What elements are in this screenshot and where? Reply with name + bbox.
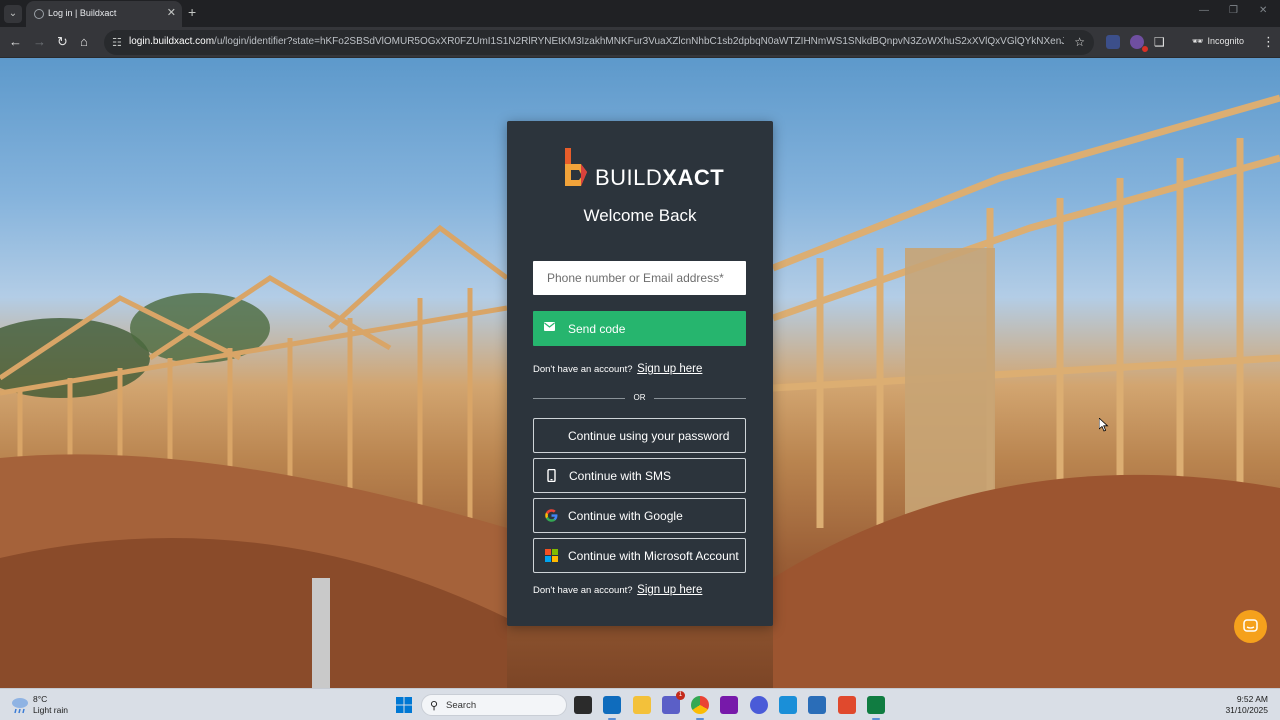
- system-clock[interactable]: 9:52 AM 31/10/2025: [1212, 694, 1268, 716]
- signup-prompt-bottom: Don't have an account? Sign up here: [533, 584, 702, 596]
- excel-app-icon[interactable]: [867, 696, 885, 720]
- continue-microsoft-button[interactable]: Continue with Microsoft Account: [533, 538, 746, 573]
- chat-bubble-icon: [1243, 619, 1258, 632]
- red-s-app-icon[interactable]: [838, 696, 856, 714]
- window-restore-icon[interactable]: ❐: [1229, 5, 1238, 16]
- weather-widget[interactable]: 8°C Light rain: [10, 694, 100, 718]
- google-logo-icon: [545, 509, 558, 522]
- browser-menu-kebab-icon[interactable]: ⋮: [1262, 34, 1275, 50]
- login-card: BUILDXACT Welcome Back Send code Don't h…: [507, 121, 773, 626]
- clock-time: 9:52 AM: [1236, 694, 1268, 704]
- extensions-puzzle-icon[interactable]: ❑: [1154, 35, 1165, 49]
- browser-tab-active[interactable]: Log in | Buildxact ✕: [26, 1, 182, 27]
- browser-tab-strip: ⌄ Log in | Buildxact ✕ + — ❐ ✕: [0, 0, 1280, 27]
- tab-close-icon[interactable]: ✕: [167, 6, 176, 19]
- bookmark-star-icon[interactable]: ☆: [1074, 35, 1085, 49]
- browser-toolbar: ← → ↻ ⌂ ☷ login.buildxact.com/u/login/id…: [0, 27, 1280, 58]
- incognito-label: Incognito: [1207, 36, 1244, 46]
- forward-arrow-icon[interactable]: →: [33, 35, 46, 49]
- incognito-indicator[interactable]: 🕶 Incognito: [1192, 36, 1244, 47]
- windows-start-icon[interactable]: [396, 697, 412, 713]
- continue-google-button[interactable]: Continue with Google: [533, 498, 746, 533]
- incognito-icon: 🕶: [1192, 36, 1204, 46]
- envelope-icon: [544, 322, 555, 331]
- network-app-icon[interactable]: [808, 696, 826, 714]
- onenote-app-icon[interactable]: [720, 696, 738, 714]
- brand-wordmark: BUILDXACT: [595, 165, 724, 191]
- signup-prompt-text: Don't have an account?: [533, 364, 633, 375]
- teams-app-icon[interactable]: 1: [662, 691, 685, 714]
- divider-line-right: [654, 398, 746, 399]
- new-tab-plus-icon[interactable]: +: [188, 4, 196, 20]
- taskbar-search-box[interactable]: ⚲ Search: [421, 694, 567, 716]
- chat-launcher-button[interactable]: [1234, 610, 1267, 643]
- outlook-app-icon[interactable]: [603, 696, 621, 720]
- url-text[interactable]: login.buildxact.com/u/login/identifier?s…: [129, 36, 1064, 47]
- send-code-label: Send code: [568, 322, 626, 336]
- window-close-icon[interactable]: ✕: [1259, 5, 1267, 16]
- chrome-app-icon[interactable]: [691, 696, 709, 720]
- back-arrow-icon[interactable]: ←: [9, 35, 22, 49]
- task-view-icon[interactable]: [574, 696, 592, 714]
- email-phone-input[interactable]: [533, 261, 746, 295]
- window-minimize-icon[interactable]: —: [1199, 5, 1209, 16]
- weather-temperature: 8°C: [33, 694, 48, 704]
- tab-search-chevron-icon[interactable]: ⌄: [4, 5, 22, 23]
- home-icon[interactable]: ⌂: [80, 35, 88, 49]
- buildxact-logo-mark-icon: [565, 148, 587, 186]
- tab-loading-favicon-icon: [34, 9, 44, 19]
- extension-badge-icon[interactable]: [1130, 35, 1148, 52]
- url-domain: login.buildxact.com: [129, 36, 215, 47]
- signup-prompt-top: Don't have an account? Sign up here: [533, 363, 702, 375]
- mobile-phone-icon: [547, 469, 556, 482]
- teams-notification-badge: 1: [676, 691, 685, 700]
- continue-sms-label: Continue with SMS: [569, 469, 672, 483]
- continue-password-button[interactable]: Continue using your password: [533, 418, 746, 453]
- tab-title: Log in | Buildxact: [48, 8, 117, 18]
- site-info-tune-icon[interactable]: ☷: [112, 36, 122, 49]
- windows-taskbar: 8°C Light rain ⚲ Search 1 9:52 AM 31/10/…: [0, 688, 1280, 720]
- or-divider: OR: [533, 393, 746, 405]
- extension-translate-icon[interactable]: [1106, 35, 1120, 49]
- mouse-cursor-icon: [1099, 418, 1109, 432]
- reload-icon[interactable]: ↻: [57, 35, 68, 49]
- file-explorer-icon[interactable]: [633, 696, 651, 714]
- brand-prefix: BUILD: [595, 165, 663, 190]
- signup-link-bottom[interactable]: Sign up here: [637, 584, 702, 596]
- search-magnifier-icon: ⚲: [430, 700, 439, 712]
- vpn-shield-app-icon[interactable]: [750, 696, 768, 714]
- sharepoint-app-icon[interactable]: [779, 696, 797, 714]
- weather-description: Light rain: [33, 705, 68, 715]
- taskbar-search-placeholder: Search: [446, 700, 477, 711]
- page-viewport: BUILDXACT Welcome Back Send code Don't h…: [0, 58, 1280, 688]
- url-path: /u/login/identifier?state=hKFo2SBSdVlOMU…: [214, 36, 1064, 47]
- continue-google-label: Continue with Google: [568, 509, 683, 523]
- rain-cloud-icon: [12, 698, 28, 714]
- continue-microsoft-label: Continue with Microsoft Account: [568, 549, 739, 563]
- signup-link-top[interactable]: Sign up here: [637, 363, 702, 375]
- clock-date: 31/10/2025: [1225, 705, 1268, 715]
- page-title: Welcome Back: [583, 206, 697, 225]
- send-code-button[interactable]: Send code: [533, 311, 746, 346]
- signup-prompt-text: Don't have an account?: [533, 585, 633, 596]
- buildxact-logo: BUILDXACT: [565, 148, 724, 190]
- microsoft-logo-icon: [545, 549, 558, 562]
- address-bar[interactable]: ☷ login.buildxact.com/u/login/identifier…: [104, 30, 1094, 55]
- continue-sms-button[interactable]: Continue with SMS: [533, 458, 746, 493]
- extension-badge-count: [1142, 46, 1148, 52]
- brand-suffix: XACT: [662, 165, 725, 190]
- continue-password-label: Continue using your password: [568, 429, 730, 443]
